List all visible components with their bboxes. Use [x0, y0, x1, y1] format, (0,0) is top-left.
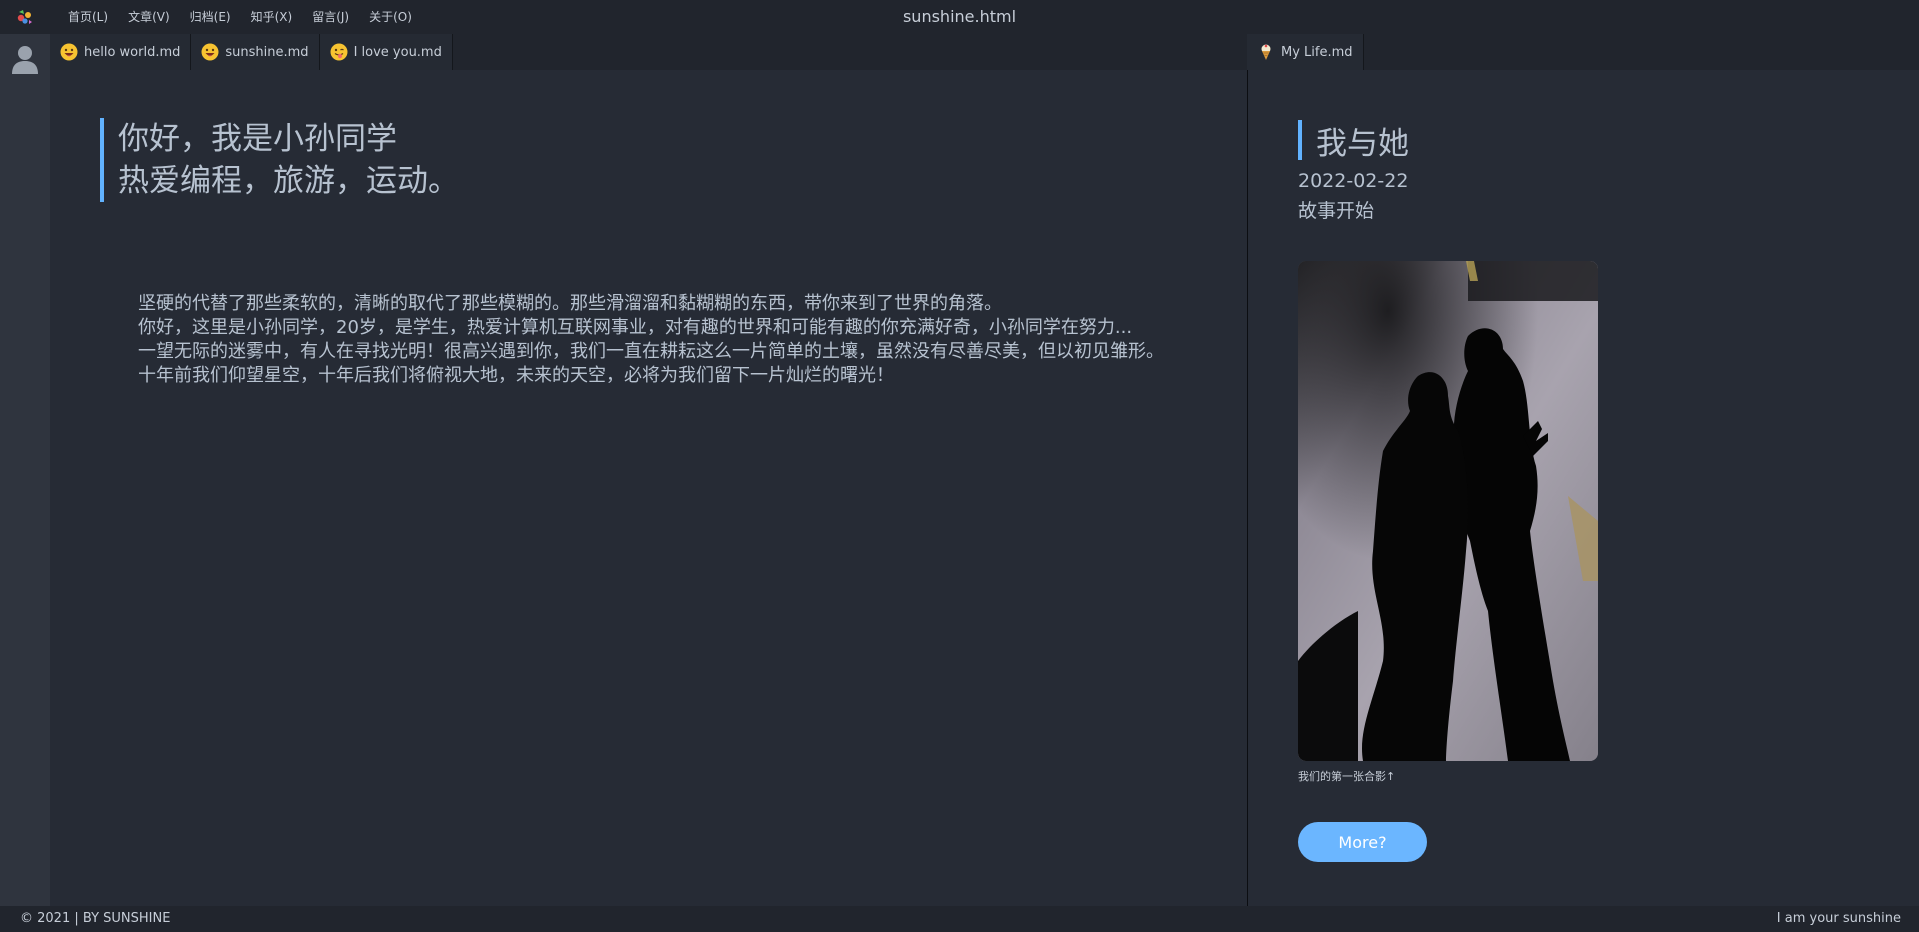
intro-quote: 你好，我是小孙同学 热爱编程，旅游，运动。 [100, 118, 459, 202]
grinning-face-icon [201, 43, 219, 61]
paragraph-line: 十年前我们仰望星空，十年后我们将俯视大地，未来的天空，必将为我们留下一片灿烂的曙… [138, 365, 894, 386]
activity-bar [0, 34, 50, 906]
tagline-text: I am your sunshine [1776, 911, 1901, 926]
ice-cream-icon [1261, 44, 1271, 60]
side-pane: 我与她 2022-02-22 故事开始 我们的第一张合影↑ More? [1248, 70, 1919, 906]
user-icon [12, 46, 38, 74]
editor-pane: 你好，我是小孙同学 热爱编程，旅游，运动。 坚硬的代替了那些柔软的，清晰的取代了… [50, 70, 1247, 906]
main-menu: 首页(L) 文章(V) 归档(E) 知乎(X) 留言(J) 关于(O) [58, 0, 422, 34]
user-avatar[interactable] [0, 34, 50, 84]
tab-sunshine[interactable]: sunshine.md [191, 34, 320, 70]
side-heading: 我与她 [1298, 120, 1409, 162]
menu-item-articles[interactable]: 文章(V) [118, 0, 180, 34]
editor-tabs: hello world.md sunshine.md I love you.md [50, 34, 1247, 70]
app-logo-icon[interactable] [0, 0, 50, 34]
story-subtitle: 故事开始 [1298, 200, 1375, 222]
tab-my-life[interactable]: My Life.md [1247, 34, 1364, 70]
paragraph-line: 坚硬的代替了那些柔软的，清晰的取代了那些模糊的。那些滑溜溜和黏糊糊的东西，带你来… [138, 293, 1002, 314]
copyright-text: © 2021 | BY SUNSHINE [20, 911, 171, 926]
tab-label: hello world.md [84, 44, 181, 60]
intro-paragraph: 坚硬的代替了那些柔软的，清晰的取代了那些模糊的。那些滑溜溜和黏糊糊的东西，带你来… [138, 292, 1238, 388]
tab-label: sunshine.md [225, 44, 309, 60]
tab-label: I love you.md [353, 44, 442, 60]
menu-bar: 首页(L) 文章(V) 归档(E) 知乎(X) 留言(J) 关于(O) suns… [0, 0, 1919, 34]
shadow-photo [1298, 261, 1598, 761]
menu-item-about[interactable]: 关于(O) [359, 0, 422, 34]
paragraph-line: 一望无际的迷雾中，有人在寻找光明！很高兴遇到你，我们一直在耕耘这么一片简单的土壤… [138, 341, 1164, 362]
winking-tongue-face-icon [330, 43, 348, 61]
photo-caption: 我们的第一张合影↑ [1298, 770, 1396, 783]
tab-label: My Life.md [1281, 44, 1353, 60]
menu-item-home[interactable]: 首页(L) [58, 0, 118, 34]
side-tabs: My Life.md [1247, 34, 1919, 70]
menu-item-zhihu[interactable]: 知乎(X) [241, 0, 303, 34]
menu-item-archive[interactable]: 归档(E) [180, 0, 241, 34]
side-title: 我与她 [1316, 125, 1409, 162]
intro-line: 热爱编程，旅游，运动。 [118, 163, 459, 199]
more-button[interactable]: More? [1298, 822, 1427, 862]
status-bar: © 2021 | BY SUNSHINE I am your sunshine [0, 906, 1919, 932]
story-date: 2022-02-22 [1298, 170, 1409, 192]
intro-line: 你好，我是小孙同学 [118, 121, 397, 157]
paragraph-line: 你好，这里是小孙同学，20岁，是学生，热爱计算机互联网事业，对有趣的世界和可能有… [138, 317, 1133, 338]
tab-hello-world[interactable]: hello world.md [50, 34, 192, 70]
tab-i-love-you[interactable]: I love you.md [319, 34, 453, 70]
menu-item-guestbook[interactable]: 留言(J) [302, 0, 359, 34]
grinning-face-icon [60, 43, 78, 61]
